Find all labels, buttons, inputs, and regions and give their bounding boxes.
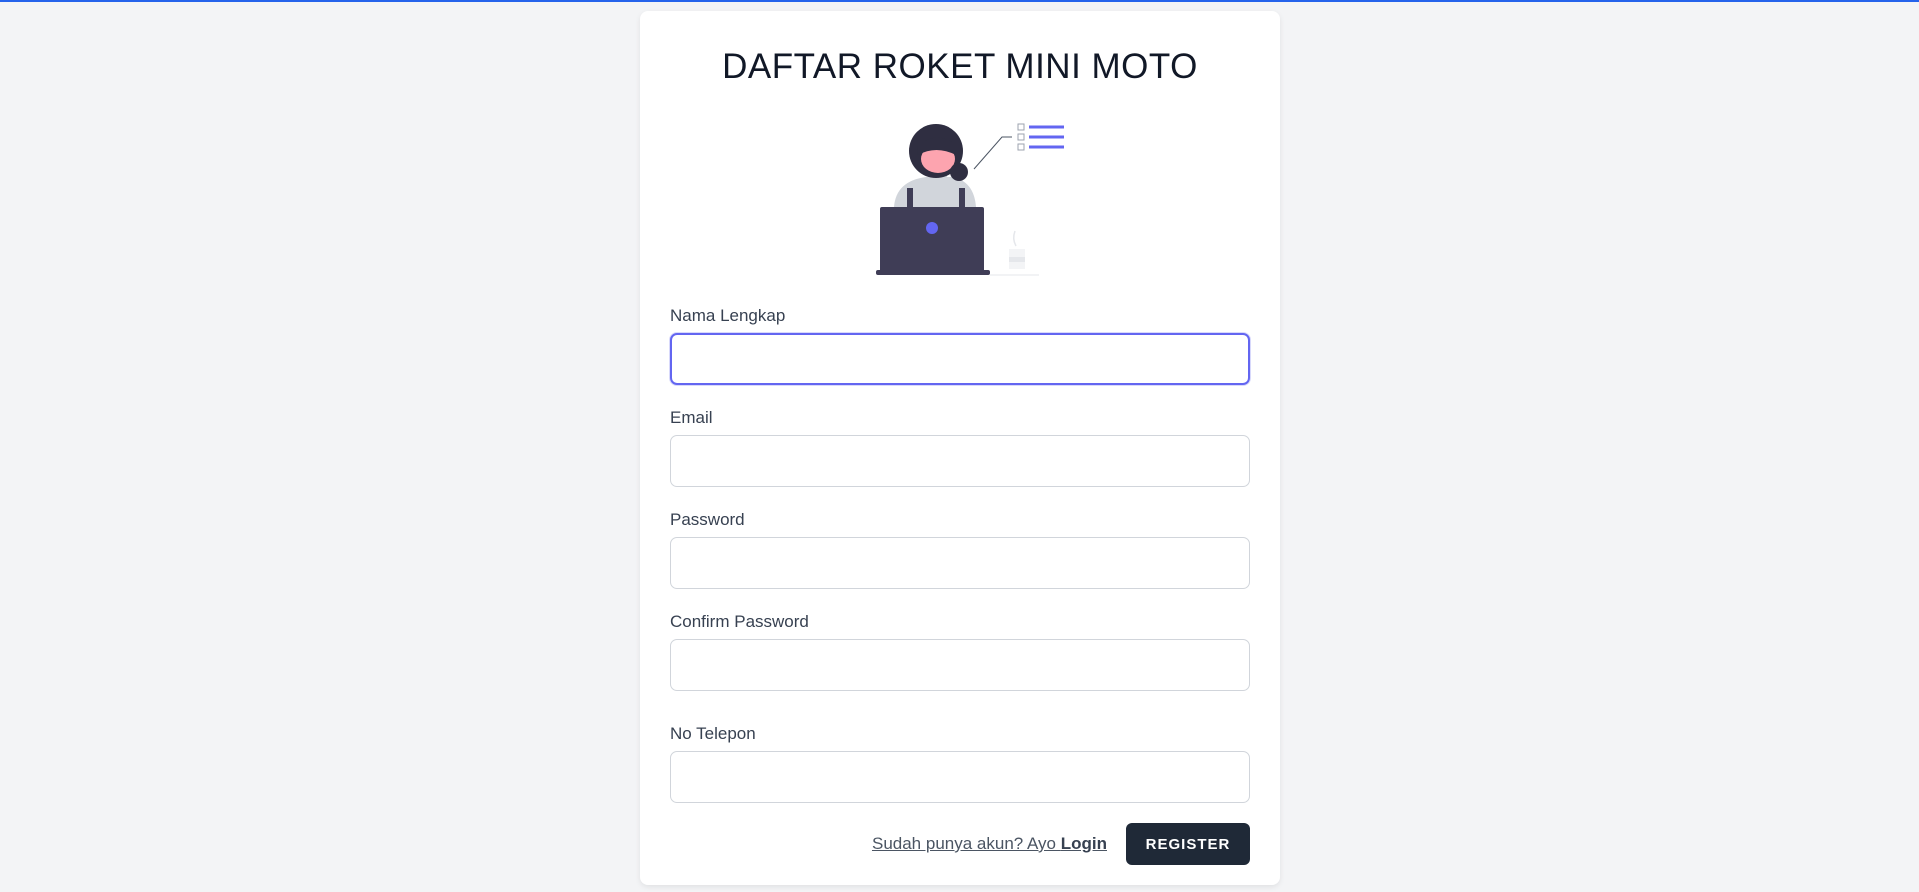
phone-label: No Telepon [670, 724, 756, 743]
page-title: DAFTAR ROKET MINI MOTO [722, 47, 1198, 86]
password-label: Password [670, 510, 745, 529]
email-input[interactable] [670, 435, 1250, 487]
login-link-label: Login [1060, 834, 1107, 853]
confirm-password-label: Confirm Password [670, 612, 809, 631]
login-link[interactable]: Sudah punya akun? Ayo Login [871, 834, 1107, 854]
email-label: Email [670, 408, 713, 427]
password-input[interactable] [670, 537, 1250, 589]
confirm-password-input[interactable] [670, 639, 1250, 691]
register-button[interactable]: REGISTER [1126, 823, 1250, 865]
phone-input[interactable] [670, 751, 1250, 803]
login-prompt-text: Sudah punya akun? Ayo [871, 834, 1056, 853]
woman-at-laptop-illustration [876, 123, 1064, 276]
name-input[interactable] [670, 333, 1250, 385]
name-label: Nama Lengkap [670, 306, 786, 325]
checklist-icon [973, 123, 1064, 170]
register-card: DAFTAR ROKET MINI MOTO Nama Lengkap Emai… [640, 11, 1280, 885]
top-accent-line [0, 0, 1919, 2]
